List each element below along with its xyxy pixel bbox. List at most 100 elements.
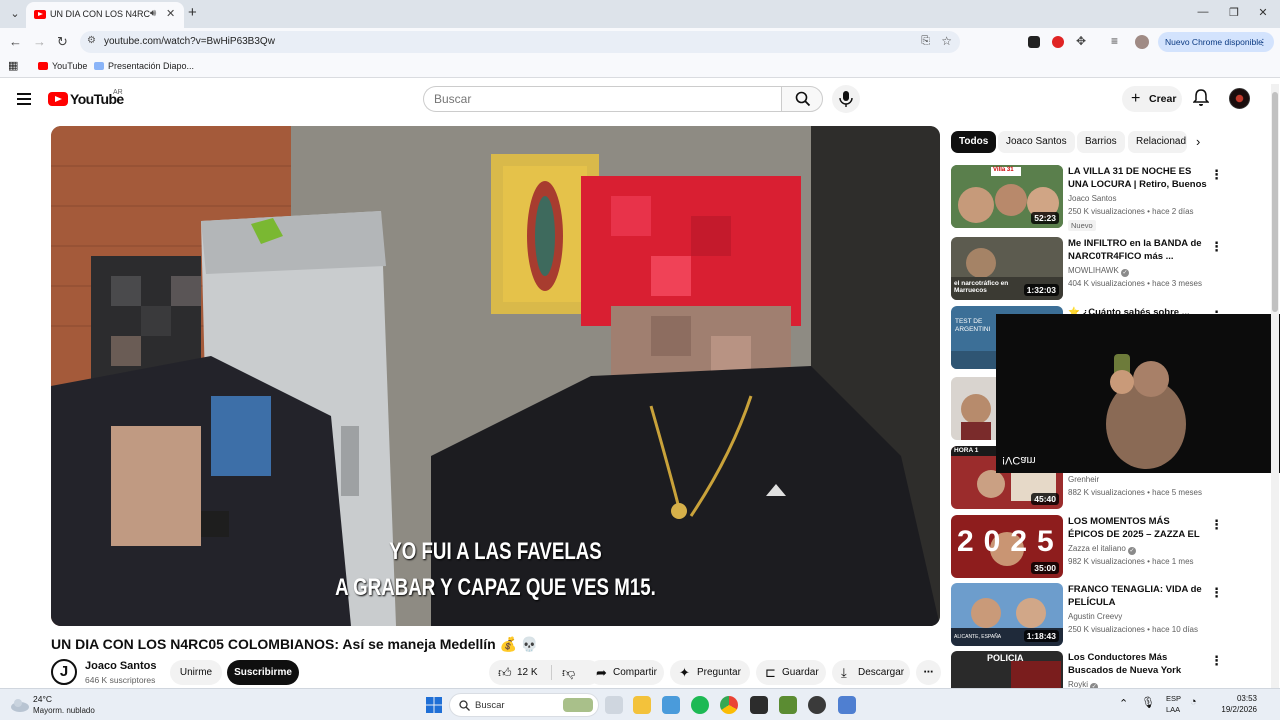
restore-icon[interactable]: ❐ bbox=[1224, 6, 1244, 19]
recommendation-channel[interactable]: Joaco Santos bbox=[1068, 194, 1116, 203]
video-thumbnail[interactable]: Villa 31 52:23 bbox=[951, 165, 1063, 228]
weather-temperature[interactable]: 24°C bbox=[33, 694, 52, 704]
hamburger-menu-icon[interactable] bbox=[17, 93, 31, 105]
chip-joaco-santos[interactable]: Joaco Santos bbox=[998, 131, 1075, 153]
share-button[interactable]: ➦ Compartir bbox=[588, 660, 664, 685]
like-button[interactable]: 👍︎ 12 K bbox=[489, 660, 555, 685]
save-button[interactable]: ⊏ Guardar bbox=[756, 660, 826, 685]
speaker-icon[interactable]: 🔊︎ bbox=[150, 8, 156, 19]
recommendation-channel[interactable]: MOWLIHAWK bbox=[1068, 266, 1119, 275]
recommendation-item[interactable]: 2025 35:00 LOS MOMENTOS MÁS ÉPICOS DE 20… bbox=[951, 515, 1271, 579]
file-explorer-icon[interactable] bbox=[633, 696, 651, 714]
spotify-icon[interactable] bbox=[691, 696, 709, 714]
recommendation-channel-row[interactable]: Royki ✓ bbox=[1068, 680, 1099, 688]
install-app-icon[interactable]: ⎘ bbox=[921, 35, 930, 48]
chrome-update-button[interactable]: Nuevo Chrome disponible ⋮ bbox=[1158, 32, 1274, 52]
recommendation-item[interactable]: ALICANTE, ESPAÑA 1:18:43 FRANCO TENAGLIA… bbox=[951, 583, 1271, 647]
chip-barrios[interactable]: Barrios bbox=[1077, 131, 1125, 153]
url-text[interactable]: youtube.com/watch?v=BwHiP63B3Qw bbox=[104, 36, 275, 47]
input-layout[interactable]: LAA bbox=[1166, 705, 1180, 714]
address-bar[interactable]: ⚙ youtube.com/watch?v=BwHiP63B3Qw ⎘ ☆ bbox=[80, 31, 960, 53]
kebab-menu-icon[interactable]: ⋮ bbox=[1210, 585, 1223, 601]
recommendation-item[interactable]: Villa 31 52:23 LA VILLA 31 DE NOCHE ES U… bbox=[951, 165, 1271, 231]
chrome-icon[interactable] bbox=[720, 696, 738, 714]
recommendation-title[interactable]: LOS MOMENTOS MÁS ÉPICOS DE 2025 – ZAZZA … bbox=[1068, 515, 1208, 542]
extensions-puzzle-icon[interactable]: ✥ bbox=[1076, 34, 1086, 48]
opera-extension-icon[interactable] bbox=[1052, 36, 1064, 48]
kebab-menu-icon[interactable]: ⋮ bbox=[1210, 517, 1223, 533]
voice-search-button[interactable] bbox=[832, 85, 860, 113]
wifi-icon[interactable]: ◔ bbox=[1190, 696, 1197, 708]
recommendation-channel-row[interactable]: Zazza el italiano ✓ bbox=[1068, 544, 1137, 555]
bookmark-youtube[interactable]: YouTube bbox=[38, 61, 87, 71]
bookmark-presentacion[interactable]: Presentación Diapo... bbox=[94, 61, 194, 71]
join-button[interactable]: Unirme bbox=[170, 660, 222, 685]
chip-relacionados[interactable]: Relacionad bbox=[1128, 131, 1187, 153]
task-view-icon[interactable] bbox=[605, 696, 623, 714]
search-button[interactable] bbox=[781, 86, 823, 112]
account-avatar[interactable] bbox=[1229, 88, 1250, 109]
youtube-logo-icon[interactable] bbox=[48, 92, 68, 106]
chevron-right-icon[interactable]: › bbox=[1196, 134, 1200, 149]
channel-avatar[interactable]: J bbox=[51, 659, 77, 685]
recommendation-item[interactable]: el narcotráfico en Marruecos 1:32:03 Me … bbox=[951, 237, 1271, 301]
chevron-up-icon[interactable]: ⌃ bbox=[1119, 697, 1128, 710]
recommendation-channel[interactable]: Zazza el italiano bbox=[1068, 544, 1126, 553]
bookmark-star-icon[interactable]: ☆ bbox=[941, 34, 952, 48]
app-icon[interactable] bbox=[838, 696, 856, 714]
recommendation-title[interactable]: FRANCO TENAGLIA: VIDA de PELÍCULA bbox=[1068, 583, 1208, 609]
recommendation-title[interactable]: Los Conductores Más Buscados de Nueva Yo… bbox=[1068, 651, 1208, 677]
recommendation-channel[interactable]: Agustin Creevy bbox=[1068, 612, 1122, 621]
clock-date[interactable]: 19/2/2026 bbox=[1206, 705, 1257, 714]
profile-avatar[interactable] bbox=[1135, 35, 1149, 49]
recommendation-channel-row[interactable]: MOWLIHAWK ✓ bbox=[1068, 266, 1130, 277]
reading-list-icon[interactable]: ≡ bbox=[1111, 34, 1118, 48]
window-close-icon[interactable]: ✕ bbox=[1253, 6, 1273, 19]
extension-icon[interactable] bbox=[1028, 36, 1040, 48]
obs-icon[interactable] bbox=[808, 696, 826, 714]
clock-time[interactable]: 03:53 bbox=[1219, 694, 1257, 703]
search-input[interactable] bbox=[434, 92, 754, 106]
reload-icon[interactable]: ↻ bbox=[57, 34, 68, 50]
kebab-menu-icon[interactable]: ⋮ bbox=[1259, 32, 1268, 52]
windows-start-icon[interactable] bbox=[426, 697, 442, 713]
site-info-icon[interactable]: ⚙ bbox=[87, 35, 96, 46]
input-language[interactable]: ESP bbox=[1166, 694, 1181, 703]
create-button[interactable]: + Crear bbox=[1122, 86, 1182, 112]
forward-arrow-icon[interactable]: → bbox=[33, 34, 46, 49]
recommendation-channel[interactable]: Grenheir bbox=[1068, 475, 1099, 484]
subscribe-button[interactable]: Suscribirme bbox=[227, 660, 299, 685]
video-player[interactable]: YO FUI A LAS FAVELAS A GRABAR Y CAPAZ QU… bbox=[51, 126, 940, 626]
apps-grid-icon[interactable]: ▦ bbox=[8, 59, 18, 72]
more-actions-button[interactable]: ⋯ bbox=[916, 660, 941, 685]
download-button[interactable]: ⤓ Descargar bbox=[832, 660, 910, 685]
recommendation-title[interactable]: Me INFILTRO en la BANDA de NARC0TR4FICO … bbox=[1068, 237, 1208, 263]
kebab-menu-icon[interactable]: ⋮ bbox=[1210, 239, 1223, 255]
video-thumbnail[interactable]: POLICIA bbox=[951, 651, 1063, 688]
kebab-menu-icon[interactable]: ⋮ bbox=[1210, 167, 1223, 183]
ask-button[interactable]: ✦ Preguntar bbox=[670, 660, 750, 685]
close-tab-icon[interactable]: ✕ bbox=[166, 7, 175, 20]
recommendation-channel[interactable]: Royki bbox=[1068, 680, 1088, 688]
webcam-overlay-window[interactable]: !VCam bbox=[996, 314, 1280, 473]
tab-search-chevron-icon[interactable]: ⌄ bbox=[6, 5, 24, 23]
recommendation-title[interactable]: LA VILLA 31 DE NOCHE ES UNA LOCURA | Ret… bbox=[1068, 165, 1208, 192]
video-thumbnail[interactable]: 2025 35:00 bbox=[951, 515, 1063, 578]
video-thumbnail[interactable]: el narcotráfico en Marruecos 1:32:03 bbox=[951, 237, 1063, 300]
weather-cloud-icon[interactable] bbox=[10, 697, 30, 713]
back-arrow-icon[interactable]: ← bbox=[9, 34, 22, 49]
chip-todos[interactable]: Todos bbox=[951, 131, 997, 153]
weather-description[interactable]: Mayorm. nublado bbox=[33, 706, 95, 715]
notifications-bell-icon[interactable] bbox=[1193, 89, 1209, 107]
minimize-icon[interactable]: — bbox=[1193, 6, 1213, 18]
recommendation-item[interactable]: POLICIA Los Conductores Más Buscados de … bbox=[951, 651, 1271, 688]
microphone-tray-icon[interactable]: 🎙︎ bbox=[1141, 696, 1155, 709]
new-tab-icon[interactable]: + bbox=[188, 4, 197, 21]
search-box[interactable] bbox=[423, 86, 781, 112]
kebab-menu-icon[interactable]: ⋮ bbox=[1210, 653, 1223, 669]
store-icon[interactable] bbox=[662, 696, 680, 714]
scrollbar-thumb[interactable] bbox=[1272, 92, 1278, 312]
app-shield-icon[interactable] bbox=[750, 696, 768, 714]
channel-name[interactable]: Joaco Santos bbox=[85, 660, 157, 672]
taskbar-search[interactable]: Buscar bbox=[449, 693, 599, 717]
